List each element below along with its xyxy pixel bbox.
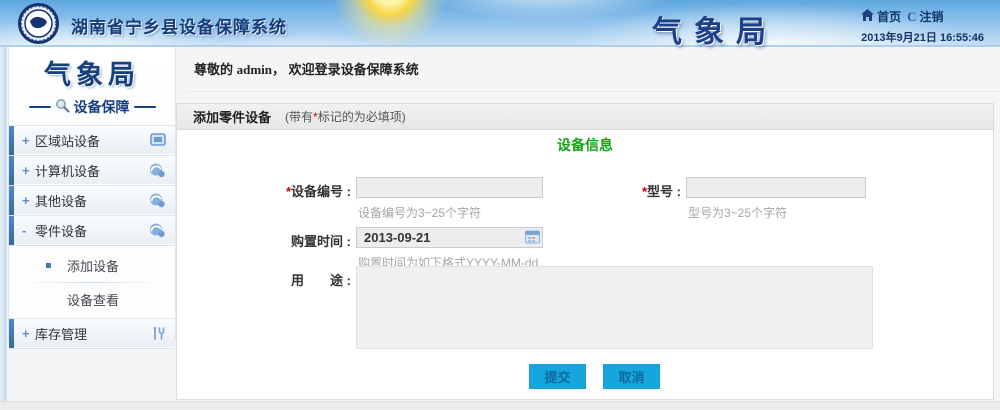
search-icon: [55, 98, 70, 116]
footer-strip: [0, 401, 1000, 410]
welcome-suffix: ， 欢迎登录设备保障系统: [272, 62, 419, 77]
username: admin: [237, 62, 272, 77]
device-icon: [149, 223, 166, 243]
home-link[interactable]: 首页: [861, 8, 901, 25]
logout-circle-icon: C: [907, 10, 916, 23]
purchase-date-field: [356, 227, 543, 248]
sidebar-item-computer[interactable]: + 计算机设备: [9, 156, 175, 186]
expand-plus-icon[interactable]: +: [22, 133, 32, 148]
purchase-date-label: 购置时间 :: [217, 231, 351, 250]
submenu-divider: [23, 282, 161, 283]
accent-bar: [9, 126, 14, 155]
panel-title: 添加零件设备: [193, 107, 271, 126]
accent-bar: [9, 319, 14, 348]
accent-bar: [9, 216, 14, 245]
logout-label: 注销: [919, 8, 943, 25]
bureau-emblem-icon: [18, 3, 59, 44]
top-nav: 首页 C 注销 2013年9月21日 16:55:46: [861, 8, 984, 45]
parts-submenu: 添加设备 设备查看: [9, 246, 175, 319]
sidebar-item-other[interactable]: + 其他设备: [9, 186, 175, 216]
monitor-icon: [150, 133, 166, 152]
welcome-bar: 尊敬的 admin， 欢迎登录设备保障系统: [186, 47, 1000, 92]
model-input[interactable]: [686, 177, 866, 198]
cancel-button[interactable]: 取消: [603, 364, 660, 389]
device-no-label: *设备编号 :: [217, 181, 351, 200]
sidebar-menu: + 区域站设备 + 计算机设备 +: [9, 125, 175, 349]
submenu-item-add-device[interactable]: 添加设备: [9, 253, 175, 278]
accent-bar: [9, 156, 14, 185]
sidebar-item-inventory[interactable]: + 库存管理: [9, 319, 175, 349]
sidebar-item-parts[interactable]: - 零件设备: [9, 216, 175, 246]
device-no-hint: 设备编号为3~25个字符: [358, 204, 481, 221]
sidebar-brand: 气象局: [9, 53, 175, 92]
accent-bar: [9, 186, 14, 215]
header-banner: 湖南省宁乡县设备保障系统 气象局 首页 C 注销 2013年9月21日 16:5…: [0, 0, 1000, 47]
collapse-minus-icon[interactable]: -: [22, 223, 32, 238]
device-no-input[interactable]: [356, 177, 543, 198]
welcome-prefix: 尊敬的: [194, 62, 237, 77]
usage-textarea[interactable]: [356, 266, 873, 349]
header-datetime: 2013年9月21日 16:55:46: [861, 29, 984, 45]
submenu-item-view-device[interactable]: 设备查看: [9, 287, 175, 312]
usage-label: 用 途 :: [217, 270, 351, 289]
active-bullet: [46, 263, 51, 268]
tools-icon: [151, 326, 166, 346]
model-label: *型号 :: [597, 181, 681, 200]
required-note: (带有*标记的为必填项): [285, 108, 406, 125]
model-hint: 型号为3~25个字符: [688, 204, 787, 221]
bureau-title: 气象局: [610, 7, 820, 51]
left-edge-strip: [0, 47, 7, 410]
sidebar-subtitle: 设备保障: [74, 97, 130, 117]
purchase-date-input[interactable]: [356, 227, 543, 248]
expand-plus-icon[interactable]: +: [22, 163, 32, 178]
add-parts-panel: 添加零件设备 (带有*标记的为必填项) 设备信息 *设备编号 : 设备编号为3~…: [176, 103, 994, 400]
expand-plus-icon[interactable]: +: [22, 326, 32, 341]
expand-plus-icon[interactable]: +: [22, 193, 32, 208]
device-icon: [149, 163, 166, 183]
section-title: 设备信息: [177, 135, 993, 155]
calendar-icon[interactable]: [525, 230, 540, 244]
submit-button[interactable]: 提交: [529, 364, 586, 389]
system-title: 湖南省宁乡县设备保障系统: [71, 13, 287, 38]
right-dash: [134, 106, 156, 108]
panel-header: 添加零件设备 (带有*标记的为必填项): [177, 104, 993, 130]
home-label: 首页: [877, 8, 901, 25]
device-icon: [149, 193, 166, 213]
left-dash: [29, 106, 51, 108]
sidebar-subtitle-row: 设备保障: [9, 97, 175, 117]
sidebar-item-regional-station[interactable]: + 区域站设备: [9, 126, 175, 156]
logout-link[interactable]: C 注销: [907, 8, 943, 25]
sidebar: 气象局 设备保障 + 区域站设备 + 计算机设备: [8, 47, 176, 341]
home-icon: [861, 9, 874, 24]
